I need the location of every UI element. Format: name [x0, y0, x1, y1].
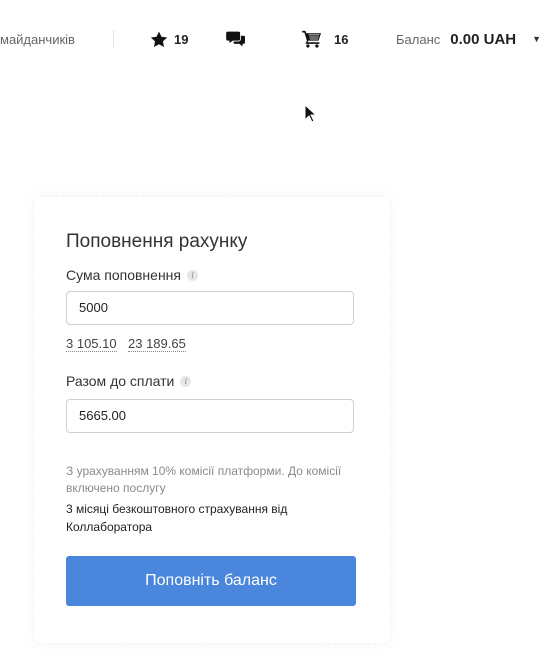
commission-note: З урахуванням 10% комісії платформи. До …	[66, 464, 342, 495]
favorites-button[interactable]: 19	[150, 28, 188, 50]
page-title: Поповнення рахунку	[66, 231, 248, 252]
balance-label: Баланс	[396, 31, 441, 47]
info-icon[interactable]: i	[187, 269, 198, 281]
top-bar: майданчиків 19 16 Баланс 0.00 UAH ▼	[0, 0, 544, 78]
star-icon	[150, 31, 168, 47]
balance-value: 0.00 UAH	[450, 30, 517, 48]
amount-input[interactable]: 5000	[66, 291, 354, 325]
cart-icon	[302, 30, 321, 48]
top-up-card: Поповнення рахунку Сума поповнення i 500…	[33, 196, 391, 644]
messages-button[interactable]	[226, 28, 246, 50]
total-label-row: Разом до сплати i	[66, 373, 192, 389]
total-label: Разом до сплати	[66, 373, 175, 389]
cart-button[interactable]: 16	[302, 28, 348, 50]
top-up-button[interactable]: Поповніть баланс	[66, 556, 356, 606]
mouse-pointer-icon	[304, 104, 318, 123]
chat-bubbles-icon	[226, 31, 245, 47]
total-input: 5665.00	[66, 399, 354, 433]
balance-dropdown[interactable]: Баланс 0.00 UAH ▼	[396, 28, 541, 50]
amount-label-row: Сума поповнення i	[66, 267, 198, 283]
insurance-note[interactable]: 3 місяці безкоштовного страхування від К…	[66, 500, 326, 536]
marketplaces-link[interactable]: майданчиків	[0, 28, 75, 50]
caret-down-icon: ▼	[532, 34, 542, 44]
header-divider	[113, 30, 114, 48]
amount-label: Сума поповнення	[66, 267, 181, 283]
conversion-value-1: 3 105.10	[66, 336, 117, 352]
conversion-value-2: 23 189.65	[128, 336, 186, 352]
cart-count: 16	[334, 31, 349, 47]
favorites-count: 19	[174, 31, 189, 47]
info-icon[interactable]: i	[180, 375, 192, 387]
